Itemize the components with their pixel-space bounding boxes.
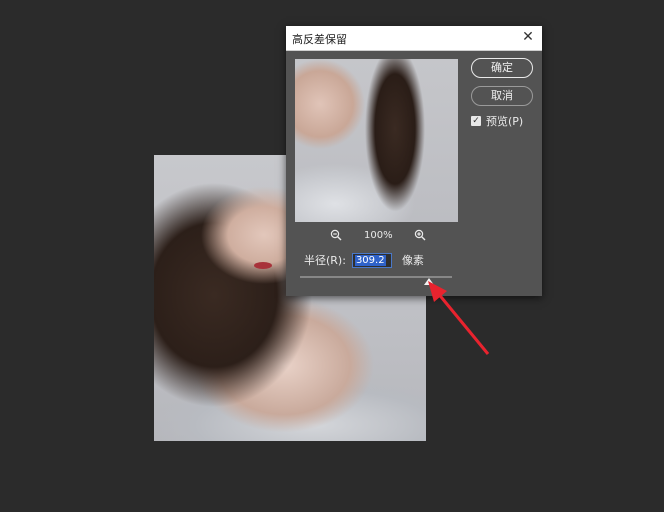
- dialog-titlebar[interactable]: 高反差保留 ✕: [286, 26, 542, 51]
- filter-preview[interactable]: [295, 59, 458, 222]
- radius-input[interactable]: 309.2: [351, 252, 392, 268]
- image-detail-lips: [254, 262, 272, 269]
- zoom-level: 100%: [364, 230, 393, 241]
- radius-unit: 像素: [401, 254, 424, 267]
- preview-toggle[interactable]: ✓ 预览(P): [471, 113, 523, 129]
- preview-label: 预览(P): [486, 115, 524, 128]
- cancel-button[interactable]: 取消: [471, 86, 533, 106]
- ok-button[interactable]: 确定: [471, 58, 533, 78]
- zoom-in-icon[interactable]: [414, 229, 426, 241]
- radius-value: 309.2: [354, 254, 386, 266]
- high-pass-dialog: 高反差保留 ✕ 确定 取消 ✓ 预览(P) 100% 半径(R): 309.2 …: [286, 26, 542, 296]
- dialog-title: 高反差保留: [292, 33, 347, 46]
- zoom-controls: 100%: [286, 229, 466, 243]
- radius-label: 半径(R):: [304, 254, 346, 267]
- radius-row: 半径(R): 309.2 像素: [304, 251, 424, 269]
- zoom-out-icon[interactable]: [330, 229, 342, 241]
- preview-checkbox[interactable]: ✓: [471, 116, 481, 126]
- close-icon[interactable]: ✕: [520, 29, 536, 45]
- radius-slider-thumb[interactable]: [424, 278, 434, 285]
